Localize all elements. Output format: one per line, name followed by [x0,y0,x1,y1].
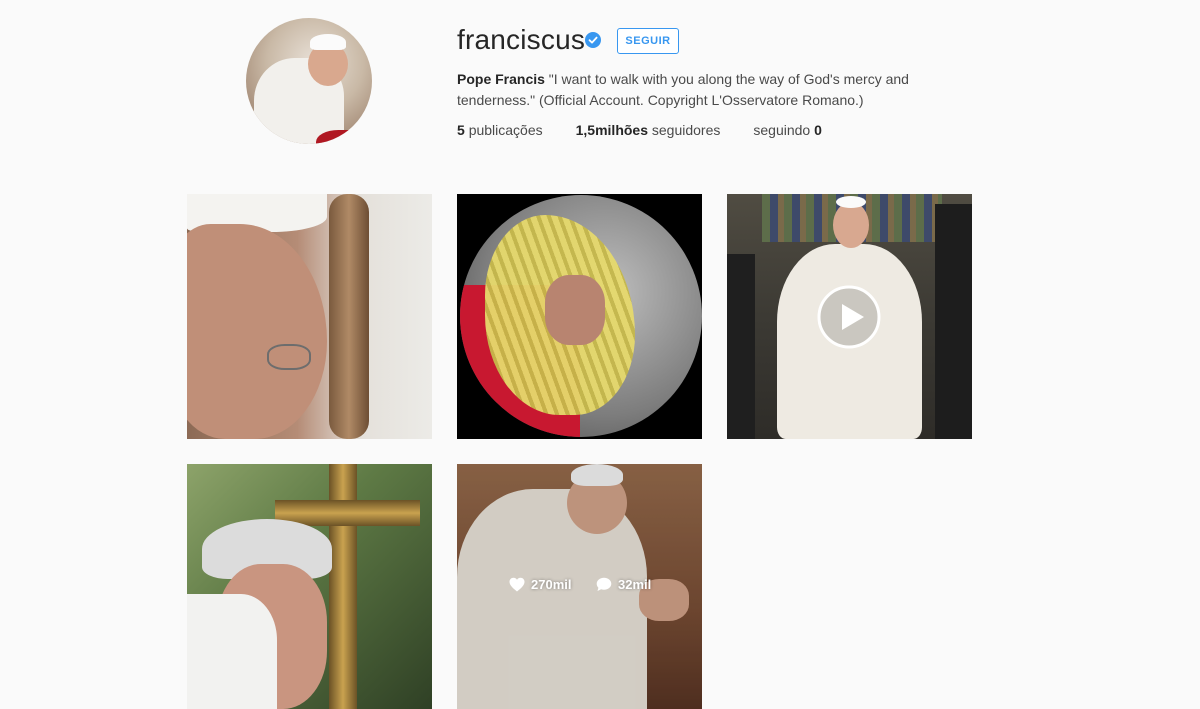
post-3-head [833,202,869,248]
posts-count: 5 [457,122,465,138]
following-count: 0 [814,122,822,138]
username: franciscus [457,24,586,55]
verified-badge-icon [585,32,601,48]
post-3-figure-right [935,204,972,439]
post-5-hover-overlay: 270mil 32mil [457,464,702,709]
likes-count: 270mil [531,577,572,592]
post-1-staff [329,194,369,439]
profile-picture-cap [310,34,346,50]
heart-icon [509,577,525,592]
profile-stats: 5 publicações 1,5milhões seguidores segu… [457,122,855,138]
posts-stat: 5 publicações [457,122,543,138]
post-thumbnail-3-video[interactable] [727,194,972,439]
post-1-glasses [267,344,311,370]
play-icon[interactable] [817,285,881,349]
comment-icon [596,577,612,591]
post-2-circle [460,195,702,437]
followers-stat[interactable]: 1,5milhões seguidores [576,122,721,138]
post-4-robe [187,594,277,709]
posts-label: publicações [468,122,543,138]
post-thumbnail-4[interactable] [187,464,432,709]
post-thumbnail-5[interactable]: 270mil 32mil [457,464,702,709]
likes-stat: 270mil [509,577,571,592]
post-2-hand [545,275,605,345]
following-label: seguindo [753,122,811,138]
bio: Pope Francis "I want to walk with you al… [457,69,927,111]
comments-stat: 32mil [596,577,651,592]
followers-label: seguidores [651,122,721,138]
post-thumbnail-2[interactable] [457,194,702,439]
post-3-cap [836,196,866,208]
followers-count: 1,5milhões [575,122,648,138]
follow-button[interactable]: SEGUIR [617,28,679,54]
profile-picture[interactable] [246,18,372,144]
bio-name: Pope Francis [457,71,545,87]
following-stat[interactable]: seguindo 0 [753,122,822,138]
profile-picture-red-cloth [316,130,372,144]
post-thumbnail-1[interactable] [187,194,432,439]
post-1-face [187,224,327,439]
comments-count: 32mil [618,577,652,592]
post-3-figure-left [727,254,755,439]
